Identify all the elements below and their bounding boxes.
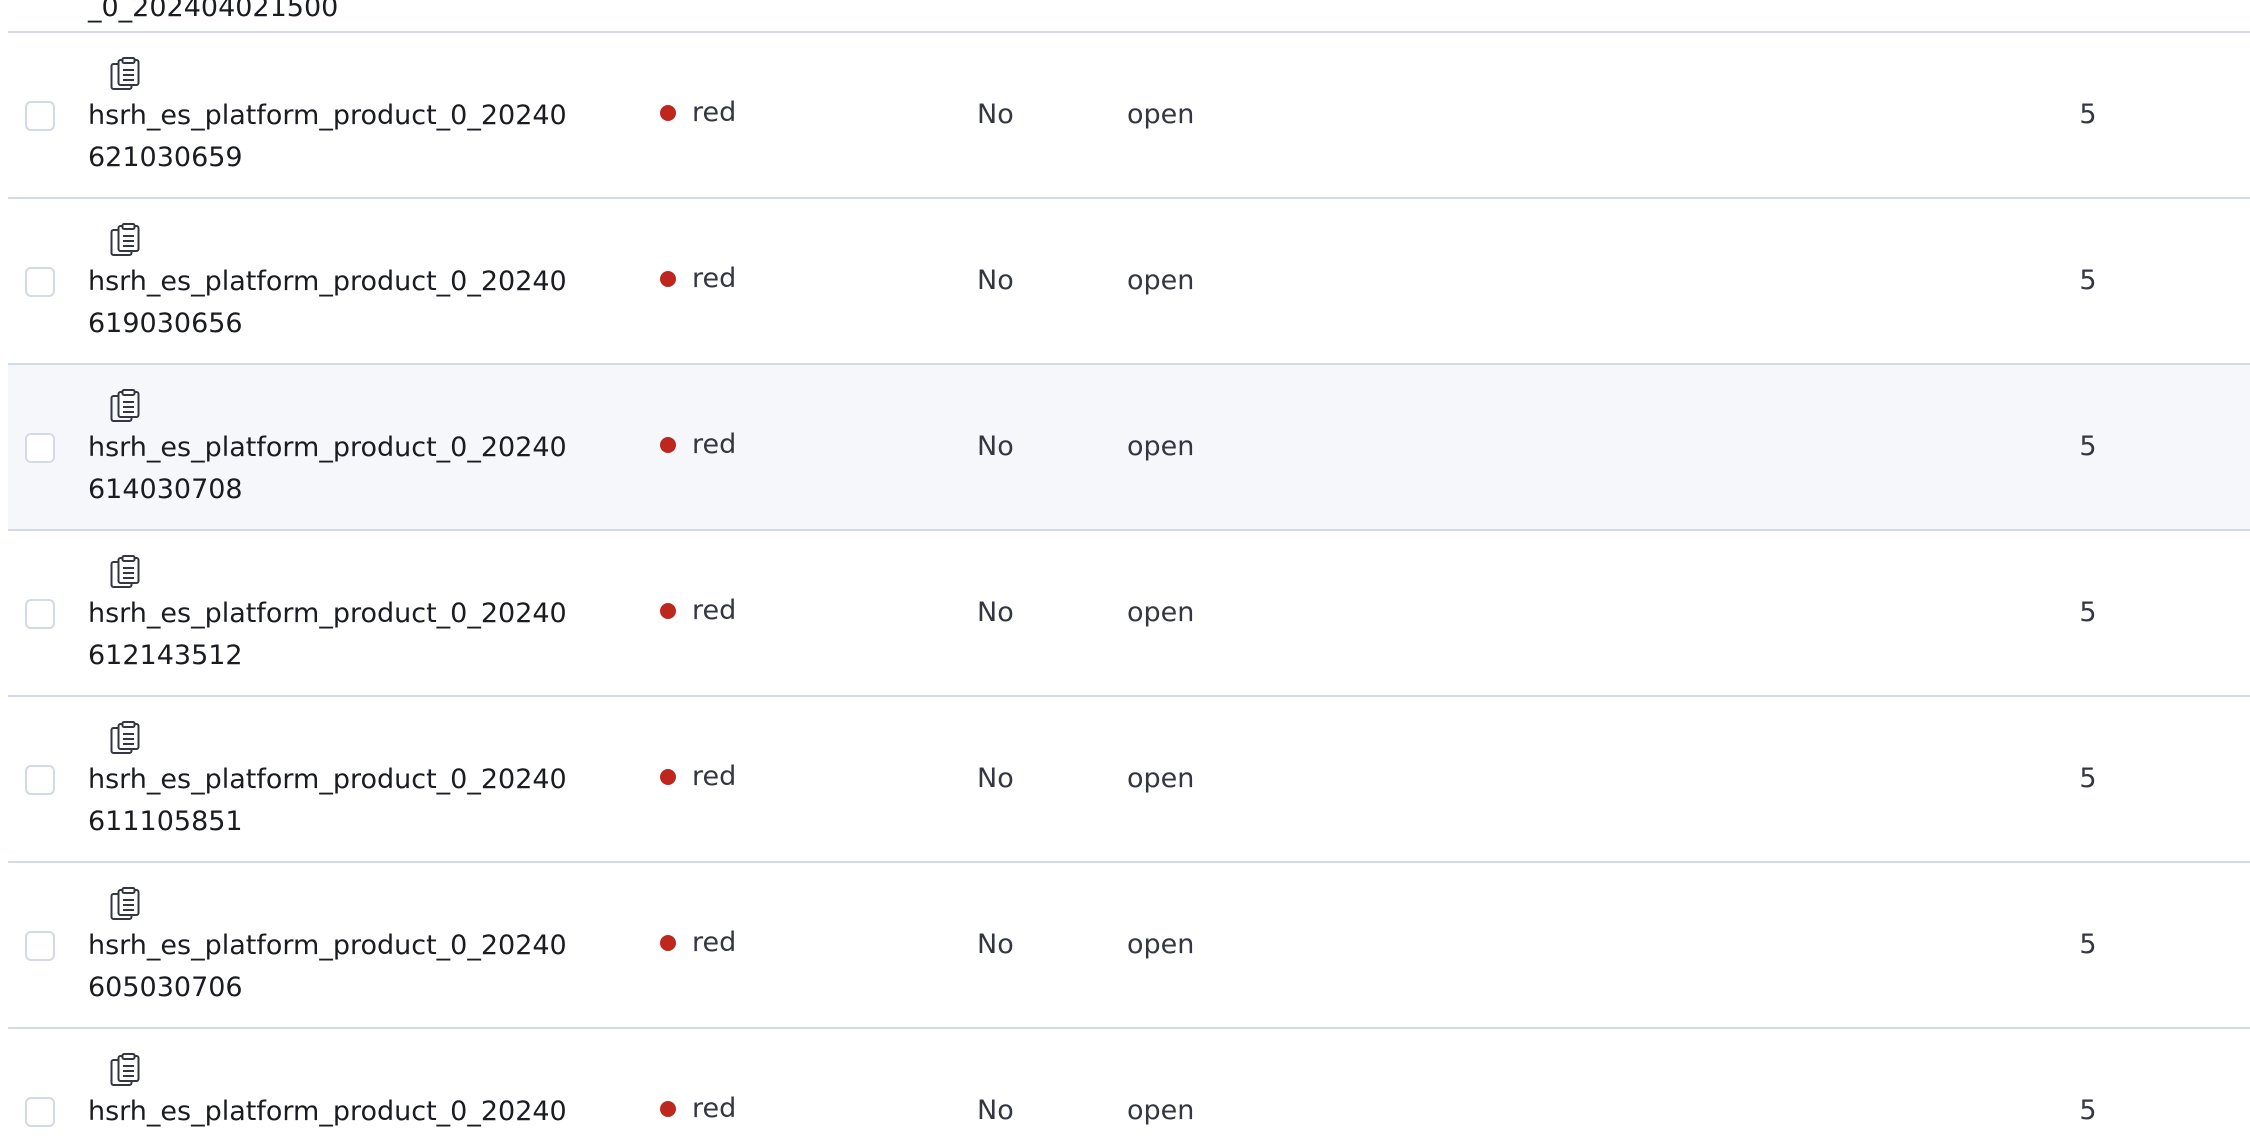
status-cell: open [1127,431,1195,462]
copy-button[interactable] [106,887,144,925]
health-cell: red [660,1093,736,1124]
health-cell: red [660,595,736,626]
index-name-partial-text: _0_202404021500 [88,0,339,23]
primary-shards-cell: 5 [2079,929,2097,960]
index-name-line2: 619030656 [88,308,243,339]
table-row: hsrh_es_platform_product_0_20240 6140307… [8,365,2250,531]
frozen-cell: No [977,929,1014,960]
health-text: red [692,761,737,792]
clipboard-copy-icon [110,223,140,261]
row-select-checkbox[interactable] [25,101,55,131]
index-name[interactable]: hsrh_es_platform_product_0_20240 6111058… [88,759,608,843]
index-name[interactable]: hsrh_es_platform_product_0_20240 6140307… [88,427,608,511]
status-dot-icon [660,602,676,619]
copy-button[interactable] [106,1053,144,1091]
clipboard-copy-icon [110,555,140,593]
status-cell: open [1127,763,1195,794]
index-name[interactable]: hsrh_es_platform_product_0_20240 6121435… [88,593,608,677]
index-name-line1: hsrh_es_platform_product_0_20240 [88,1096,567,1127]
health-cell: red [660,761,736,792]
clipboard-copy-icon [110,389,140,427]
index-name-line1: hsrh_es_platform_product_0_20240 [88,432,567,463]
frozen-cell: No [977,265,1014,296]
index-table-viewport: _0_202404021500 hsrh_es_platform_product… [0,0,2250,1144]
row-select-checkbox[interactable] [25,599,55,629]
clipboard-copy-icon [110,887,140,925]
index-name-line2: 621030659 [88,142,243,173]
index-name[interactable]: hsrh_es_platform_product_0_20240 6050307… [88,925,608,1009]
health-text: red [692,927,737,958]
index-name[interactable]: hsrh_es_platform_product_0_20240 [88,1091,608,1133]
status-cell: open [1127,1095,1195,1126]
index-name-line1: hsrh_es_platform_product_0_20240 [88,100,567,131]
index-name-line2: 614030708 [88,474,243,505]
status-cell: open [1127,597,1195,628]
status-dot-icon [660,104,676,121]
index-name-line2: 612143512 [88,640,243,671]
table-row: hsrh_es_platform_product_0_20240 6050307… [8,863,2250,1029]
status-dot-icon [660,768,676,785]
frozen-cell: No [977,431,1014,462]
health-cell: red [660,97,736,128]
primary-shards-cell: 5 [2079,1095,2097,1126]
primary-shards-cell: 5 [2079,763,2097,794]
copy-button[interactable] [106,223,144,261]
row-select-checkbox[interactable] [25,433,55,463]
health-text: red [692,97,737,128]
index-name-line2: 605030706 [88,972,243,1003]
row-select-checkbox[interactable] [25,931,55,961]
table-row-partial: _0_202404021500 [8,0,2250,33]
row-select-checkbox[interactable] [25,765,55,795]
clipboard-copy-icon [110,721,140,759]
frozen-cell: No [977,1095,1014,1126]
frozen-cell: No [977,597,1014,628]
index-name[interactable]: hsrh_es_platform_product_0_20240 6190306… [88,261,608,345]
clipboard-copy-icon [110,57,140,95]
index-name-line1: hsrh_es_platform_product_0_20240 [88,930,567,961]
copy-button[interactable] [106,555,144,593]
index-name-line1: hsrh_es_platform_product_0_20240 [88,598,567,629]
status-dot-icon [660,1100,676,1117]
health-text: red [692,429,737,460]
primary-shards-cell: 5 [2079,265,2097,296]
health-text: red [692,595,737,626]
status-cell: open [1127,99,1195,130]
status-dot-icon [660,934,676,951]
table-row: hsrh_es_platform_product_0_20240 red No … [8,1029,2250,1144]
clipboard-copy-icon [110,1053,140,1091]
index-table: _0_202404021500 hsrh_es_platform_product… [0,0,2250,1144]
health-cell: red [660,927,736,958]
table-row: hsrh_es_platform_product_0_20240 6190306… [8,199,2250,365]
index-name-line2: 611105851 [88,806,243,837]
index-name-partial[interactable]: _0_202404021500 [88,0,608,29]
frozen-cell: No [977,99,1014,130]
health-cell: red [660,429,736,460]
index-name-line1: hsrh_es_platform_product_0_20240 [88,266,567,297]
table-row: hsrh_es_platform_product_0_20240 6210306… [8,33,2250,199]
table-row: hsrh_es_platform_product_0_20240 6121435… [8,531,2250,697]
primary-shards-cell: 5 [2079,99,2097,130]
row-select-checkbox[interactable] [25,267,55,297]
copy-button[interactable] [106,721,144,759]
frozen-cell: No [977,763,1014,794]
primary-shards-cell: 5 [2079,597,2097,628]
status-dot-icon [660,436,676,453]
health-cell: red [660,263,736,294]
status-cell: open [1127,929,1195,960]
copy-button[interactable] [106,57,144,95]
health-text: red [692,1093,737,1124]
index-name-line1: hsrh_es_platform_product_0_20240 [88,764,567,795]
copy-button[interactable] [106,389,144,427]
status-dot-icon [660,270,676,287]
health-text: red [692,263,737,294]
row-select-checkbox[interactable] [25,1097,55,1127]
primary-shards-cell: 5 [2079,431,2097,462]
index-name[interactable]: hsrh_es_platform_product_0_20240 6210306… [88,95,608,179]
status-cell: open [1127,265,1195,296]
table-row: hsrh_es_platform_product_0_20240 6111058… [8,697,2250,863]
